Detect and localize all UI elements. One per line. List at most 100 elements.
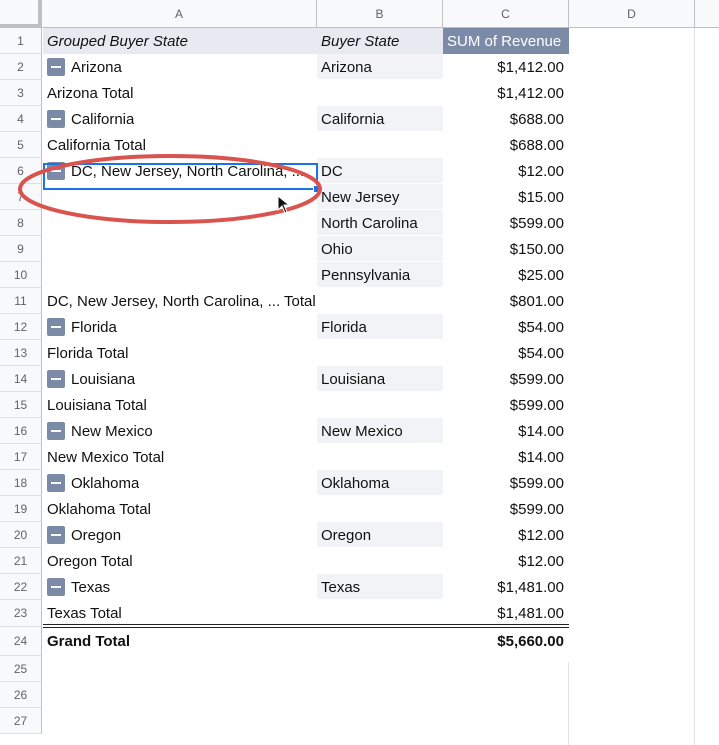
group-label-cell[interactable]: Arizona xyxy=(43,54,317,80)
row-header[interactable]: 23 xyxy=(0,600,42,627)
row-header[interactable]: 5 xyxy=(0,132,42,158)
column-header-d[interactable]: D xyxy=(569,0,695,28)
group-label-cell[interactable]: Louisiana xyxy=(43,366,317,392)
group-label-text: Oregon xyxy=(71,526,122,544)
revenue-cell: $1,412.00 xyxy=(497,84,564,102)
row-header[interactable]: 20 xyxy=(0,522,42,548)
group-label-cell[interactable]: New Mexico xyxy=(43,418,317,444)
group-label-cell[interactable]: California xyxy=(43,106,317,132)
pivot-row-header-grouped: Grouped Buyer State xyxy=(43,28,317,54)
collapse-group-icon[interactable] xyxy=(47,110,65,128)
revenue-cell: $599.00 xyxy=(509,370,564,388)
row-header[interactable]: 22 xyxy=(0,574,42,600)
group-label-cell[interactable]: DC, New Jersey, North Carolina, ... xyxy=(43,158,317,184)
revenue-cell: $1,481.00 xyxy=(497,605,564,622)
pivot-row-header-buyer: Buyer State xyxy=(317,28,443,54)
group-label-cell[interactable] xyxy=(43,210,317,236)
row-header[interactable]: 24 xyxy=(0,627,42,656)
row-header[interactable]: 7 xyxy=(0,184,42,210)
buyer-state-cell: Louisiana xyxy=(317,366,443,392)
collapse-group-icon[interactable] xyxy=(47,474,65,492)
revenue-cell: $12.00 xyxy=(518,526,564,544)
revenue-cell: $15.00 xyxy=(518,188,564,206)
row-header[interactable]: 12 xyxy=(0,314,42,340)
row-header[interactable]: 27 xyxy=(0,708,42,734)
buyer-state-cell: Florida xyxy=(317,314,443,340)
revenue-cell: $1,412.00 xyxy=(497,58,564,76)
row-header[interactable]: 4 xyxy=(0,106,42,132)
grand-total-value: $5,660.00 xyxy=(497,633,564,650)
row-header[interactable]: 19 xyxy=(0,496,42,522)
buyer-state-cell: Oklahoma xyxy=(317,470,443,496)
revenue-cell: $801.00 xyxy=(509,292,564,310)
collapse-group-icon[interactable] xyxy=(47,318,65,336)
group-total-label: DC, New Jersey, North Carolina, ... Tota… xyxy=(47,292,316,310)
row-header[interactable]: 15 xyxy=(0,392,42,418)
group-label-text: Texas xyxy=(71,578,111,596)
collapse-group-icon[interactable] xyxy=(47,422,65,440)
row-header[interactable]: 9 xyxy=(0,236,42,262)
row-header[interactable]: 21 xyxy=(0,548,42,574)
column-header-a[interactable]: A xyxy=(42,0,317,28)
buyer-state-cell: North Carolina xyxy=(317,210,443,236)
collapse-group-icon[interactable] xyxy=(47,526,65,544)
collapse-group-icon[interactable] xyxy=(47,58,65,76)
group-label-cell[interactable] xyxy=(43,262,317,288)
select-all-corner[interactable] xyxy=(0,0,42,28)
group-total-label: Oklahoma Total xyxy=(47,500,151,518)
row-header[interactable]: 2 xyxy=(0,54,42,80)
buyer-state-cell: DC xyxy=(317,158,443,184)
row-header[interactable]: 13 xyxy=(0,340,42,366)
group-label-text: California xyxy=(71,110,135,128)
buyer-state-cell xyxy=(317,392,443,418)
group-label-text: DC, New Jersey, North Carolina, ... xyxy=(71,162,305,180)
row-header[interactable]: 25 xyxy=(0,656,42,682)
group-total-label: Louisiana Total xyxy=(47,396,147,414)
row-header[interactable]: 17 xyxy=(0,444,42,470)
buyer-state-cell xyxy=(317,548,443,574)
revenue-cell: $599.00 xyxy=(509,214,564,232)
buyer-state-cell: Oregon xyxy=(317,522,443,548)
row-header[interactable]: 6 xyxy=(0,158,42,184)
row-header[interactable]: 3 xyxy=(0,80,42,106)
collapse-group-icon[interactable] xyxy=(47,162,65,180)
buyer-state-cell xyxy=(317,340,443,366)
grid-line xyxy=(694,28,695,745)
group-label-cell[interactable]: Oregon xyxy=(43,522,317,548)
group-label-text: Arizona xyxy=(71,58,122,76)
fill-handle[interactable] xyxy=(313,185,321,193)
row-header[interactable]: 8 xyxy=(0,210,42,236)
collapse-group-icon[interactable] xyxy=(47,578,65,596)
row-header[interactable]: 11 xyxy=(0,288,42,314)
buyer-state-cell xyxy=(317,496,443,522)
revenue-cell: $14.00 xyxy=(518,448,564,466)
column-header-b[interactable]: B xyxy=(317,0,443,28)
buyer-state-cell xyxy=(317,132,443,158)
group-label-cell[interactable] xyxy=(43,184,317,210)
row-header[interactable]: 14 xyxy=(0,366,42,392)
group-total-label: Oregon Total xyxy=(47,552,133,570)
grand-total-label: Grand Total xyxy=(47,633,131,650)
group-total-label: Florida Total xyxy=(47,344,129,362)
spreadsheet-grid: A B C D 1 2 3 4 5 6 7 8 9 10 11 12 13 14 15 16 17 18 19 20 2… xyxy=(0,0,719,745)
column-header-c[interactable]: C xyxy=(443,0,569,28)
row-header[interactable]: 1 xyxy=(0,28,42,54)
buyer-state-cell xyxy=(317,80,443,106)
row-header[interactable]: 10 xyxy=(0,262,42,288)
row-header[interactable]: 16 xyxy=(0,418,42,444)
column-header-e-partial[interactable] xyxy=(695,0,719,28)
group-label-cell[interactable] xyxy=(43,236,317,262)
collapse-group-icon[interactable] xyxy=(47,370,65,388)
group-label-cell[interactable]: Florida xyxy=(43,314,317,340)
row-header[interactable]: 26 xyxy=(0,682,42,708)
group-label-text: Oklahoma xyxy=(71,474,140,492)
group-label-cell[interactable]: Texas xyxy=(43,574,317,600)
row-header[interactable]: 18 xyxy=(0,470,42,496)
revenue-cell: $688.00 xyxy=(509,110,564,128)
group-label-cell[interactable]: Oklahoma xyxy=(43,470,317,496)
revenue-cell: $599.00 xyxy=(509,396,564,414)
row-separator xyxy=(43,655,569,656)
grand-total-border-bottom xyxy=(43,627,569,628)
grid-line xyxy=(568,662,569,745)
revenue-cell: $1,481.00 xyxy=(497,578,564,596)
